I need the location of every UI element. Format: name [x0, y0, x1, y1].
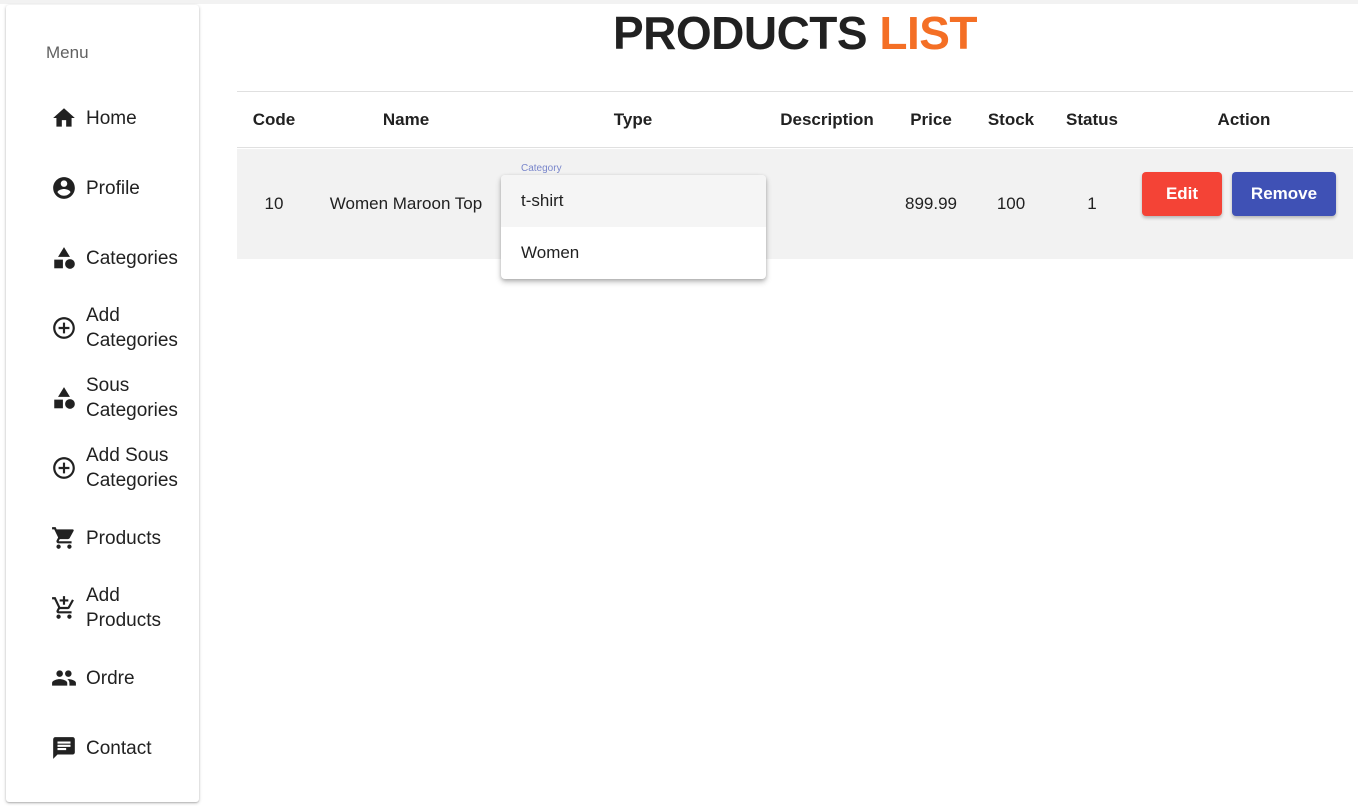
sidebar-item-sous-categories[interactable]: Sous Categories	[50, 368, 195, 428]
sidebar-item-categories[interactable]: Categories	[50, 228, 195, 288]
column-header-type: Type	[613, 110, 653, 129]
sidebar-item-profile[interactable]: Profile	[50, 158, 195, 218]
sidebar-item-home[interactable]: Home	[50, 88, 195, 148]
dropdown-option-t-shirt[interactable]: t-shirt	[501, 175, 766, 227]
cell-price: 899.99	[905, 194, 957, 213]
add-shopping-cart-icon	[50, 594, 78, 622]
dropdown-option-women[interactable]: Women	[501, 227, 766, 279]
sidebar-item-label: Home	[86, 107, 137, 129]
sidebar-item-ordre[interactable]: Ordre	[50, 648, 195, 708]
add-circle-icon	[50, 454, 78, 482]
home-icon	[50, 104, 78, 132]
products-table: Code Name Type Description Price Stock S…	[237, 91, 1353, 259]
table-row: 10 Women Maroon Top Category 899.99 100 …	[237, 149, 1353, 259]
top-border	[0, 0, 1358, 4]
edit-button[interactable]: Edit	[1142, 172, 1222, 216]
sidebar-item-label: Add Categories	[86, 305, 178, 351]
sidebar-item-label: Sous Categories	[86, 375, 178, 421]
cell-stock: 100	[996, 194, 1026, 213]
people-icon	[50, 664, 78, 692]
menu-title: Menu	[46, 43, 89, 62]
sidebar-item-label: Ordre	[86, 667, 135, 689]
column-header-code: Code	[252, 110, 296, 129]
chat-icon	[50, 734, 78, 762]
sidebar-item-add-products[interactable]: Add Products	[50, 578, 195, 638]
page-title-part2: LIST	[879, 7, 978, 59]
column-header-description: Description	[780, 110, 874, 129]
cell-description	[765, 149, 889, 259]
cell-code: 10	[264, 194, 284, 213]
cell-name: Women Maroon Top	[329, 194, 483, 213]
category-icon	[50, 244, 78, 272]
sidebar-item-add-categories[interactable]: Add Categories	[50, 298, 195, 358]
column-header-price: Price	[910, 110, 952, 129]
sidebar-item-add-sous-categories[interactable]: Add Sous Categories	[50, 438, 195, 498]
add-circle-icon	[50, 314, 78, 342]
page-title-part1: PRODUCTS	[612, 7, 868, 59]
sidebar-item-label: Profile	[86, 177, 140, 199]
table-header: Code Name Type Description Price Stock S…	[237, 91, 1353, 148]
column-header-stock: Stock	[987, 110, 1035, 129]
type-select-label: Category	[521, 163, 562, 174]
shopping-cart-icon	[50, 524, 78, 552]
sidebar-item-label: Products	[86, 527, 161, 549]
sidebar-item-label: Contact	[86, 737, 152, 759]
account-circle-icon	[50, 174, 78, 202]
column-header-name: Name	[382, 110, 430, 129]
column-header-action: Action	[1217, 110, 1271, 129]
cell-status: 1	[1087, 194, 1097, 213]
page-title: PRODUCTS LIST	[237, 6, 1353, 60]
sidebar-item-label: Categories	[86, 247, 178, 269]
remove-button[interactable]: Remove	[1232, 172, 1336, 216]
type-dropdown-menu: t-shirt Women	[501, 175, 766, 279]
category-icon	[50, 384, 78, 412]
sidebar-item-label: Add Products	[86, 585, 161, 631]
column-header-status: Status	[1066, 110, 1118, 129]
sidebar-item-label: Add Sous Categories	[86, 445, 178, 491]
sidebar-item-products[interactable]: Products	[50, 508, 195, 568]
sidebar: Menu Home Profile Categories Add Categor…	[6, 5, 199, 802]
sidebar-item-contact[interactable]: Contact	[50, 718, 195, 778]
